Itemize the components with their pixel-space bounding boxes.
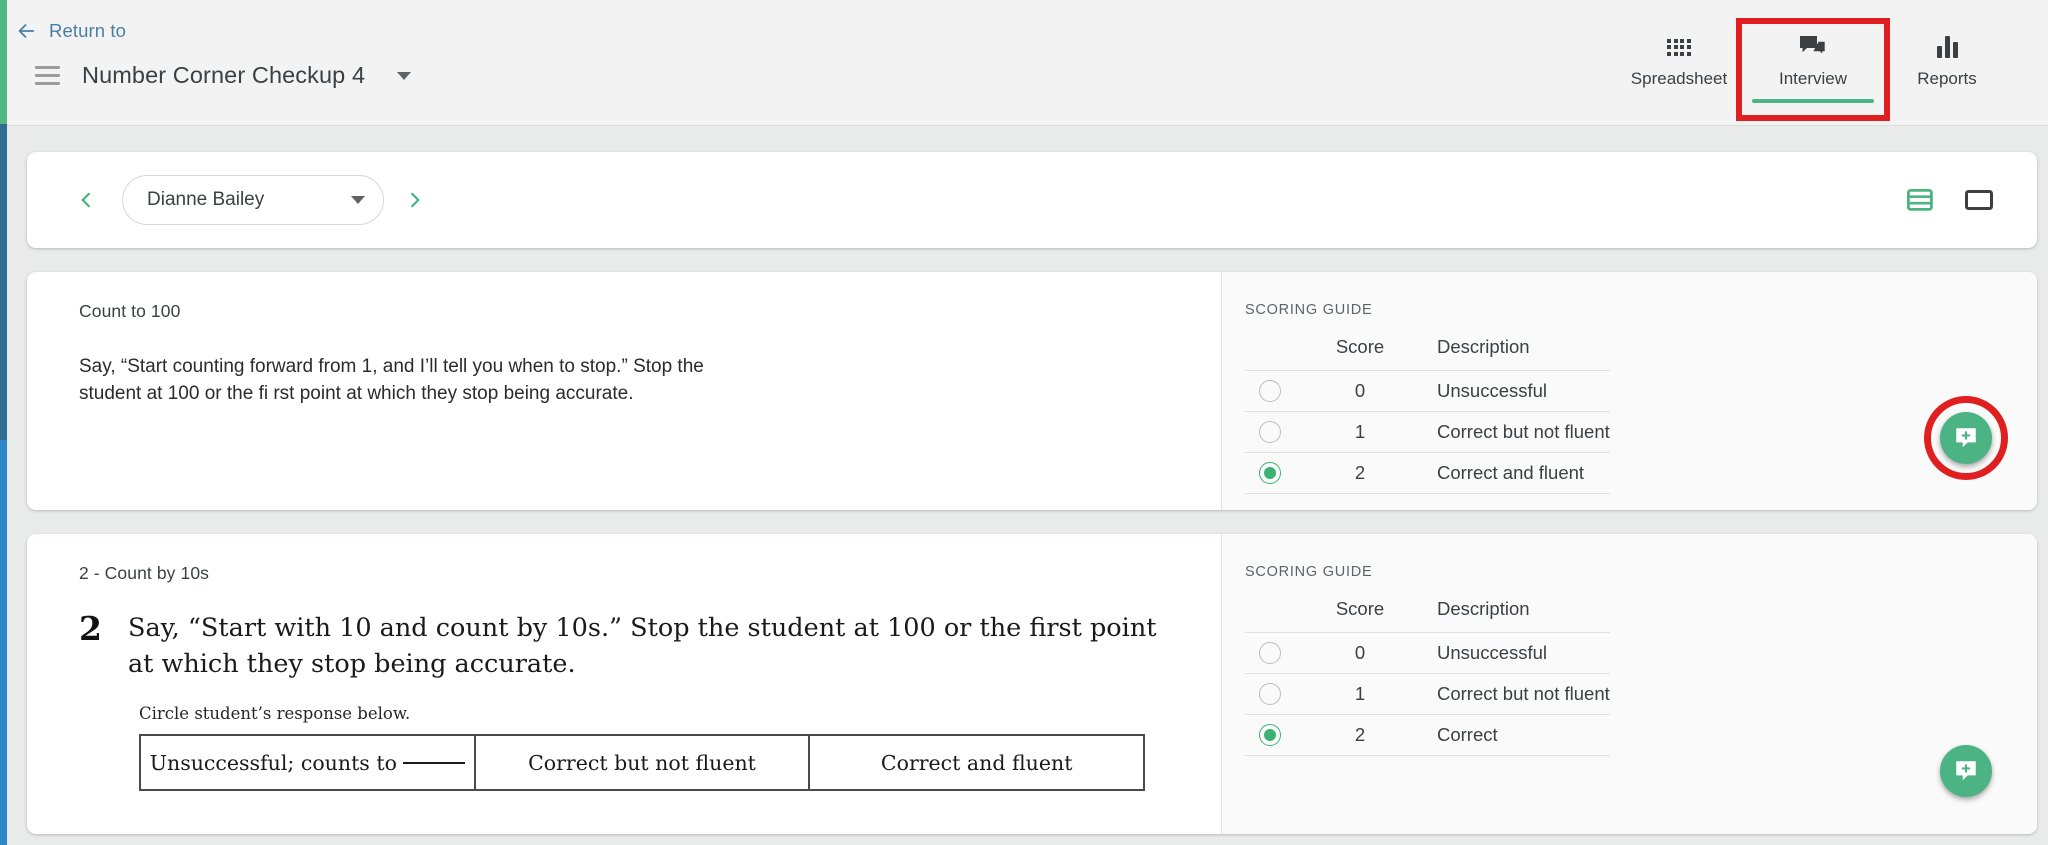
col-header-radio — [1245, 330, 1325, 371]
question-label: 2 - Count by 10s — [79, 563, 210, 583]
score-description: Correct but not fluent — [1395, 673, 1610, 715]
scoring-row[interactable]: 0 Unsuccessful — [1245, 370, 1610, 412]
nav-item-interview[interactable]: Interview — [1736, 18, 1890, 121]
score-value: 0 — [1325, 370, 1395, 412]
chevron-left-icon[interactable] — [73, 187, 99, 213]
comment-plus-icon — [1956, 428, 1976, 448]
col-header-description: Description — [1437, 336, 1530, 357]
left-rail-blue-segment — [0, 440, 7, 845]
scoring-table-header: Score Description — [1245, 330, 1610, 371]
col-header-score: Score — [1335, 336, 1385, 357]
student-select[interactable]: Dianne Bailey — [122, 175, 384, 225]
bar-chart-icon — [1936, 34, 1958, 60]
chevron-down-icon — [351, 196, 365, 204]
score-radio-0[interactable] — [1259, 380, 1281, 402]
app-root: Return to Number Corner Checkup 4 Spread… — [0, 0, 2048, 845]
response-option-label: Correct but not fluent — [528, 750, 756, 775]
response-option-correct-and-fluent[interactable]: Correct and fluent — [810, 736, 1143, 789]
response-option-label: Correct and fluent — [880, 750, 1073, 775]
scoring-row[interactable]: 1 Correct but not fluent — [1245, 673, 1610, 715]
question-card: 2 - Count by 10s 2 Say, “Start with 10 a… — [27, 534, 2037, 834]
response-option-unsuccessful[interactable]: Unsuccessful; counts to — [141, 736, 476, 790]
page-title: Number Corner Checkup 4 — [82, 62, 366, 88]
view-toggle-group — [1907, 188, 1993, 212]
scoring-row[interactable]: 1 Correct but not fluent — [1245, 411, 1610, 453]
score-description: Correct and fluent — [1395, 452, 1610, 494]
return-link-group[interactable]: Return to — [15, 20, 126, 42]
response-option-label: Unsuccessful; counts to — [149, 750, 397, 775]
scoring-row[interactable]: 2 Correct and fluent — [1245, 452, 1610, 494]
question-instructions: Say, “Start counting forward from 1, and… — [79, 356, 704, 405]
chevron-right-icon[interactable] — [402, 187, 428, 213]
student-select-value: Dianne Bailey — [147, 189, 265, 210]
col-header-description: Description — [1437, 598, 1530, 619]
add-note-button[interactable] — [1940, 412, 1992, 464]
left-rail-green-segment — [0, 0, 7, 124]
question-card-body: Count to 100 Say, “Start counting forwar… — [27, 272, 1222, 510]
score-value: 1 — [1325, 411, 1395, 453]
scoring-guide: SCORING GUIDE Score Description 0 Unsucc… — [1222, 534, 2037, 834]
score-value: 2 — [1325, 452, 1395, 494]
student-selector-bar: Dianne Bailey — [27, 152, 2037, 248]
scoring-table: Score Description 0 Unsuccessful 1 Corre… — [1245, 330, 1610, 494]
return-link-label[interactable]: Return to — [49, 20, 126, 42]
col-header-score: Score — [1335, 598, 1385, 619]
hamburger-icon[interactable] — [35, 66, 60, 85]
score-value: 1 — [1325, 673, 1395, 715]
question-number: 2 — [79, 609, 102, 648]
nav-item-spreadsheet[interactable]: Spreadsheet — [1612, 26, 1746, 99]
scoring-table-header: Score Description — [1245, 592, 1610, 633]
comment-plus-icon — [1956, 761, 1976, 781]
score-radio-2[interactable] — [1259, 724, 1281, 746]
app-header: Return to Number Corner Checkup 4 Spread… — [7, 0, 2048, 126]
score-radio-2[interactable] — [1259, 462, 1281, 484]
question-card: Count to 100 Say, “Start counting forwar… — [27, 272, 2037, 510]
chevron-down-icon[interactable] — [397, 71, 412, 80]
scoring-row[interactable]: 2 Correct — [1245, 714, 1610, 756]
response-option-correct-not-fluent[interactable]: Correct but not fluent — [476, 736, 811, 790]
score-radio-1[interactable] — [1259, 683, 1281, 705]
nav-label-interview: Interview — [1778, 69, 1848, 88]
score-description: Unsuccessful — [1395, 632, 1610, 674]
single-card-view-icon[interactable] — [1965, 188, 1993, 212]
header-nav: Spreadsheet Interview Reports — [1612, 18, 2014, 121]
scoring-guide: SCORING GUIDE Score Description 0 Unsucc… — [1222, 272, 2037, 510]
score-value: 0 — [1325, 632, 1395, 674]
score-description: Correct but not fluent — [1395, 411, 1610, 453]
fill-in-blank — [402, 761, 465, 764]
nav-label-reports: Reports — [1917, 69, 1977, 88]
nav-item-reports[interactable]: Reports — [1880, 26, 2014, 99]
arrow-left-icon[interactable] — [15, 20, 37, 42]
question-label: Count to 100 — [79, 301, 181, 321]
response-options-row: Unsuccessful; counts to Correct but not … — [139, 734, 1145, 792]
question-prompt-text: Say, “Start with 10 and count by 10s.” S… — [127, 613, 1157, 680]
circle-response-note: Circle student’s response below. — [139, 704, 411, 724]
question-card-body: 2 - Count by 10s 2 Say, “Start with 10 a… — [27, 534, 1222, 834]
col-header-radio — [1245, 592, 1325, 633]
score-value: 2 — [1325, 714, 1395, 756]
assessment-title-group: Number Corner Checkup 4 — [35, 62, 412, 89]
chat-bubbles-icon — [1799, 34, 1827, 60]
list-view-icon[interactable] — [1907, 188, 1933, 212]
scoring-row[interactable]: 0 Unsuccessful — [1245, 632, 1610, 674]
scoring-guide-title: SCORING GUIDE — [1245, 302, 1373, 318]
score-description: Unsuccessful — [1395, 370, 1610, 412]
scoring-table: Score Description 0 Unsuccessful 1 Corre… — [1245, 592, 1610, 756]
score-radio-1[interactable] — [1259, 421, 1281, 443]
score-radio-0[interactable] — [1259, 642, 1281, 664]
add-note-button[interactable] — [1940, 745, 1992, 797]
score-description: Correct — [1395, 714, 1610, 756]
grid-icon — [1667, 34, 1691, 60]
question-prompt: 2 Say, “Start with 10 and count by 10s.”… — [79, 609, 1187, 682]
nav-label-spreadsheet: Spreadsheet — [1630, 69, 1728, 88]
scoring-guide-title: SCORING GUIDE — [1245, 564, 1373, 580]
left-rail-navy-segment — [0, 124, 7, 440]
